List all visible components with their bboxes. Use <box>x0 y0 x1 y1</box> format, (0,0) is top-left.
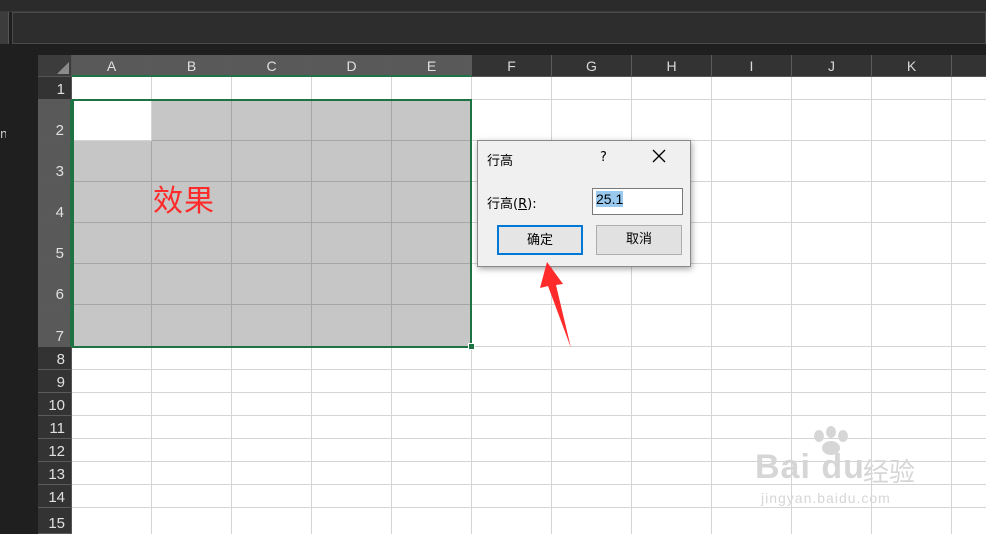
sidebar-text-fragment: n <box>0 127 6 141</box>
name-box-edge[interactable] <box>0 12 9 44</box>
fill-handle[interactable] <box>468 343 475 350</box>
column-header-d[interactable]: D <box>312 55 392 77</box>
select-all-button[interactable] <box>38 55 72 77</box>
column-header-partial[interactable] <box>952 55 986 77</box>
row-height-value: 25.1 <box>596 191 624 207</box>
column-header-h[interactable]: H <box>632 55 712 77</box>
column-header-g[interactable]: G <box>552 55 632 77</box>
row-header-15[interactable]: 15 <box>38 508 72 534</box>
grid-line <box>72 369 986 370</box>
grid-line <box>72 415 986 416</box>
row-header-11[interactable]: 11 <box>38 416 72 439</box>
row-header-5[interactable]: 5 <box>38 223 72 264</box>
selection-border <box>72 99 472 348</box>
help-button[interactable]: ? <box>600 150 607 165</box>
column-header-k[interactable]: K <box>872 55 952 77</box>
row-header-1[interactable]: 1 <box>38 77 72 100</box>
row-header-7[interactable]: 7 <box>38 305 72 347</box>
watermark-url: jingyan.baidu.com <box>761 490 891 506</box>
watermark-logo: Bai du <box>755 448 865 486</box>
column-header-i[interactable]: I <box>712 55 792 77</box>
row-header-6[interactable]: 6 <box>38 264 72 305</box>
row-header-14[interactable]: 14 <box>38 485 72 508</box>
row-header-9[interactable]: 9 <box>38 370 72 393</box>
column-header-b[interactable]: B <box>152 55 232 77</box>
row-header-4[interactable]: 4 <box>38 182 72 223</box>
cancel-button[interactable]: 取消 <box>596 225 682 255</box>
grid-line <box>72 392 986 393</box>
watermark-chinese: 经验 <box>863 458 916 488</box>
ok-button[interactable]: 确定 <box>497 225 583 255</box>
row-height-label: 行高(R): <box>487 193 537 212</box>
row-header-10[interactable]: 10 <box>38 393 72 416</box>
baidu-watermark: Bai du 经验 jingyan.baidu.com <box>755 426 935 528</box>
row-header-2[interactable]: 2 <box>38 100 72 141</box>
column-header-a[interactable]: A <box>72 55 152 77</box>
grid-line <box>711 77 712 534</box>
row-height-input[interactable]: 25.1 <box>592 188 683 215</box>
label-prefix: 行高( <box>487 197 519 212</box>
row-header-8[interactable]: 8 <box>38 347 72 370</box>
row-header-13[interactable]: 13 <box>38 462 72 485</box>
close-icon-glyph <box>652 149 666 163</box>
row-height-dialog: 行高 ? 行高(R): 25.1 确定 取消 <box>477 140 691 267</box>
column-header-e[interactable]: E <box>392 55 472 77</box>
select-all-triangle-icon <box>57 62 69 74</box>
column-header-f[interactable]: F <box>472 55 552 77</box>
close-icon[interactable] <box>651 148 667 164</box>
effect-annotation-text: 效果 <box>153 184 215 219</box>
column-header-c[interactable]: C <box>232 55 312 77</box>
label-mnemonic: R <box>518 197 528 212</box>
dialog-title: 行高 <box>487 154 514 169</box>
grid-line <box>951 77 952 534</box>
title-bar <box>0 0 986 12</box>
formula-bar[interactable] <box>12 12 986 44</box>
column-header-j[interactable]: J <box>792 55 872 77</box>
label-suffix: ): <box>527 197 537 212</box>
row-header-12[interactable]: 12 <box>38 439 72 462</box>
row-header-3[interactable]: 3 <box>38 141 72 182</box>
